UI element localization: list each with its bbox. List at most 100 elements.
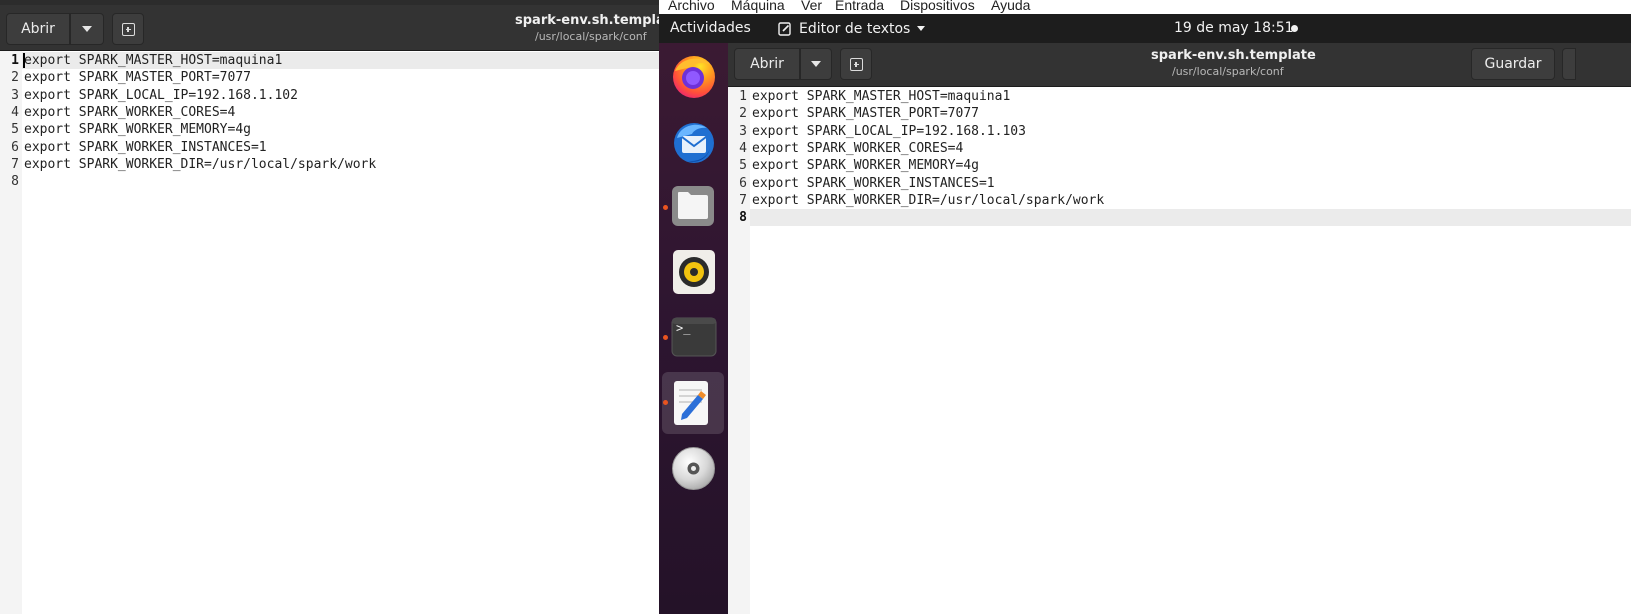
- open-recent-dropdown-button[interactable]: [70, 13, 104, 45]
- editor-line[interactable]: 7 export SPARK_WORKER_DIR=/usr/local/spar…: [728, 192, 1631, 209]
- left-editor-window: Abrir spark-env.sh.template /usr/local/s…: [0, 0, 659, 614]
- running-indicator: [663, 335, 668, 340]
- line-text: export SPARK_LOCAL_IP=192.168.1.103: [752, 123, 1026, 139]
- right-text-area[interactable]: 1 export SPARK_MASTER_HOST=maquina1 2 expor…: [728, 87, 1631, 614]
- open-recent-dropdown-button[interactable]: [800, 48, 832, 80]
- line-number: 6: [739, 175, 747, 191]
- open-button-label: Abrir: [750, 56, 784, 72]
- menu-ayuda[interactable]: Ayuda: [991, 0, 1030, 13]
- dock-item-text-editor[interactable]: [662, 372, 724, 434]
- new-tab-button[interactable]: [112, 13, 144, 45]
- editor-line[interactable]: 5 export SPARK_WORKER_MEMORY=4g: [728, 157, 1631, 174]
- left-text-area[interactable]: 1 export SPARK_MASTER_HOST=maquina1 2 expor…: [0, 51, 659, 614]
- new-tab-button[interactable]: [840, 48, 872, 80]
- rhythmbox-icon: [673, 250, 715, 294]
- line-text: export SPARK_WORKER_CORES=4: [752, 140, 964, 156]
- save-button-label: Guardar: [1484, 56, 1542, 72]
- line-number: 3: [11, 87, 19, 103]
- line-text: export SPARK_MASTER_HOST=maquina1: [24, 53, 283, 68]
- line-number: 8: [11, 174, 19, 190]
- editor-line[interactable]: 1 export SPARK_MASTER_HOST=maquina1: [728, 88, 1631, 105]
- document-title: spark-env.sh.template: [1151, 48, 1316, 63]
- menu-entrada[interactable]: Entrada: [835, 0, 884, 13]
- line-text: export SPARK_WORKER_MEMORY=4g: [24, 122, 251, 138]
- menu-maquina[interactable]: Máquina: [731, 0, 785, 13]
- line-number: 6: [11, 139, 19, 155]
- line-number: 5: [739, 158, 747, 174]
- dock-item-firefox[interactable]: [659, 45, 728, 107]
- files-icon: [672, 186, 714, 226]
- line-text: export SPARK_MASTER_HOST=maquina1: [752, 89, 1011, 104]
- line-number: 7: [739, 192, 747, 208]
- open-button-label: Abrir: [21, 21, 55, 37]
- editor-line[interactable]: 4 export SPARK_WORKER_CORES=4: [728, 140, 1631, 157]
- chevron-down-icon: [811, 61, 821, 67]
- firefox-icon: [673, 56, 715, 98]
- line-number: 1: [11, 53, 19, 68]
- editor-line[interactable]: 2 export SPARK_MASTER_PORT=7077: [728, 105, 1631, 122]
- thunderbird-icon: [674, 123, 714, 163]
- line-number: 8: [739, 210, 747, 226]
- editor-line[interactable]: 8: [739, 209, 1631, 227]
- vm-menubar: Archivo Máquina Ver Entrada Dispositivos…: [659, 0, 1631, 14]
- line-number: 7: [11, 156, 19, 172]
- menu-archivo[interactable]: Archivo: [668, 0, 715, 13]
- line-text: export SPARK_MASTER_PORT=7077: [752, 106, 979, 122]
- dock-item-files[interactable]: [659, 176, 728, 238]
- text-cursor: [23, 53, 25, 68]
- app-menu[interactable]: Editor de textos: [778, 14, 926, 43]
- menu-ver[interactable]: Ver: [801, 0, 822, 13]
- app-menu-label: Editor de textos: [799, 20, 911, 37]
- open-button[interactable]: Abrir: [6, 13, 70, 45]
- text-editor-icon: [674, 381, 708, 425]
- line-text: export SPARK_WORKER_CORES=4: [24, 104, 236, 120]
- document-path: /usr/local/spark/conf: [1172, 65, 1284, 78]
- line-text: export SPARK_WORKER_DIR=/usr/local/spark…: [24, 156, 377, 172]
- activities-button[interactable]: Actividades: [670, 20, 751, 36]
- left-headerbar: Abrir spark-env.sh.template /usr/local/s…: [0, 5, 659, 51]
- line-text: export SPARK_WORKER_INSTANCES=1: [752, 175, 995, 191]
- editor-line[interactable]: 2 export SPARK_MASTER_PORT=7077: [0, 69, 659, 86]
- editor-line[interactable]: 4 export SPARK_WORKER_CORES=4: [0, 104, 659, 121]
- editor-line[interactable]: 5 export SPARK_WORKER_MEMORY=4g: [0, 121, 659, 138]
- dock-item-optical-disc[interactable]: [659, 438, 728, 500]
- save-button[interactable]: Guardar: [1471, 48, 1555, 80]
- dock-item-thunderbird[interactable]: [659, 111, 728, 173]
- line-number: 5: [11, 122, 19, 138]
- line-text: export SPARK_WORKER_MEMORY=4g: [752, 158, 979, 174]
- line-number: 3: [739, 123, 747, 139]
- text-editor-small-icon: [778, 21, 791, 36]
- editor-line[interactable]: 1 export SPARK_MASTER_HOST=maquina1: [11, 52, 659, 70]
- document-title: spark-env.sh.template: [515, 13, 659, 28]
- running-indicator: [663, 205, 668, 210]
- clock[interactable]: 19 de may 18:51: [1174, 20, 1294, 36]
- line-number: 2: [739, 106, 747, 122]
- notification-dot-icon: [1291, 25, 1298, 32]
- document-path: /usr/local/spark/conf: [535, 30, 647, 43]
- editor-line[interactable]: 3 export SPARK_LOCAL_IP=192.168.1.102: [0, 87, 659, 104]
- terminal-prompt: >_: [676, 321, 691, 335]
- line-number: 2: [11, 70, 19, 86]
- line-text: export SPARK_WORKER_DIR=/usr/local/spark…: [752, 192, 1105, 208]
- line-text: export SPARK_MASTER_PORT=7077: [24, 70, 251, 86]
- line-number: 4: [11, 104, 19, 120]
- line-text: export SPARK_LOCAL_IP=192.168.1.102: [24, 87, 298, 103]
- editor-line[interactable]: 6 export SPARK_WORKER_INSTANCES=1: [728, 175, 1631, 192]
- gnome-top-bar: Actividades Editor de textos 19 de may 1…: [659, 14, 1631, 43]
- editor-line[interactable]: 7 export SPARK_WORKER_DIR=/usr/local/spar…: [0, 156, 659, 173]
- right-headerbar: Abrir spark-env.sh.template /usr/local/s…: [728, 43, 1631, 87]
- editor-line[interactable]: 8: [0, 173, 659, 190]
- menu-dispositivos[interactable]: Dispositivos: [900, 0, 975, 13]
- editor-line[interactable]: 3 export SPARK_LOCAL_IP=192.168.1.103: [728, 123, 1631, 140]
- chevron-down-icon: [917, 26, 926, 31]
- dock-item-rhythmbox[interactable]: [659, 241, 728, 303]
- open-button[interactable]: Abrir: [734, 48, 800, 80]
- dock-item-terminal[interactable]: >_: [659, 307, 728, 369]
- menu-button[interactable]: [1562, 48, 1576, 80]
- new-document-icon: [121, 22, 135, 36]
- editor-line[interactable]: 6 export SPARK_WORKER_INSTANCES=1: [0, 139, 659, 156]
- chevron-down-icon: [82, 26, 92, 32]
- disc-icon: [672, 447, 715, 490]
- ubuntu-dock: >_: [659, 43, 728, 614]
- line-number: 1: [739, 89, 747, 104]
